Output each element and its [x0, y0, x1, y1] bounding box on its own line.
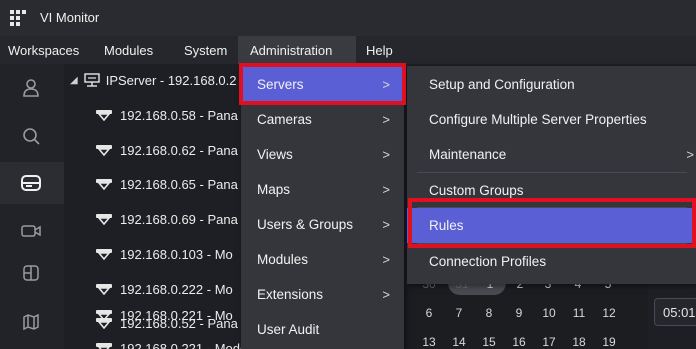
calendar-day[interactable]: 10 [534, 306, 564, 320]
tree-row[interactable]: 192.168.0.221 - Mo [96, 302, 246, 328]
camera-node-icon [96, 343, 112, 349]
calendar-day[interactable]: 8 [474, 306, 504, 320]
map-icon[interactable] [16, 307, 46, 337]
calendar-day[interactable]: 16 [504, 335, 534, 349]
menu-item-modules[interactable]: Modules > [241, 242, 404, 277]
menu-item-maintenance[interactable]: Maintenance > [407, 137, 696, 172]
chevron-right-icon: > [686, 147, 694, 162]
calendar-day[interactable]: 14 [444, 335, 474, 349]
menu-item-label: Users & Groups [257, 217, 354, 232]
menu-system[interactable]: System [184, 43, 227, 58]
tree-row-label: 192.168.0.221 - Mo [120, 307, 233, 323]
camera-node-icon [96, 110, 112, 121]
tree-row-label: 192.168.0.222 - Mo [120, 281, 233, 297]
menu-item-views[interactable]: Views > [241, 137, 404, 172]
calendar-day[interactable]: 7 [444, 306, 474, 320]
menu-item-connection-profiles[interactable]: Connection Profiles [407, 244, 696, 279]
collapse-triangle-icon[interactable]: ◢ [70, 75, 78, 86]
server-icon[interactable] [16, 168, 46, 198]
app-title: VI Monitor [40, 10, 100, 25]
menu-item-label: Connection Profiles [429, 254, 547, 269]
camera-node-icon [96, 145, 112, 156]
menu-item-user-audit[interactable]: User Audit [241, 312, 404, 347]
user-icon[interactable] [16, 73, 46, 103]
menu-item-label: Cameras [257, 112, 312, 127]
chevron-right-icon: > [382, 287, 390, 302]
menu-item-label: Views [257, 147, 293, 162]
menu-item-extensions[interactable]: Extensions > [241, 277, 404, 312]
chevron-right-icon: > [382, 182, 390, 197]
tree-row-label: 192.168.0.69 - Pana [120, 211, 238, 227]
calendar-day[interactable]: 11 [564, 306, 594, 320]
camera-node-icon [96, 284, 112, 295]
menu-modules[interactable]: Modules [104, 43, 153, 58]
calendar-day[interactable]: 17 [534, 335, 564, 349]
camera-node-icon [96, 310, 112, 321]
menu-item-label: Maintenance [429, 147, 507, 162]
chevron-right-icon: > [382, 112, 390, 127]
app-grid-icon [10, 10, 26, 26]
chevron-right-icon: > [382, 252, 390, 267]
menu-item-label: Configure Multiple Server Properties [429, 112, 647, 127]
calendar-day[interactable]: 18 [564, 335, 594, 349]
camera-node-icon [96, 179, 112, 190]
menu-item-label: Extensions [257, 287, 324, 302]
calendar-day[interactable]: 19 [594, 335, 624, 349]
tree-row-label: 192.168.0.62 - Pana [120, 142, 238, 158]
start-time-value: 05:01 [663, 305, 696, 320]
menu-item-label: Modules [257, 252, 309, 267]
server-node-icon [84, 73, 100, 87]
menu-item-label: Maps [257, 182, 291, 197]
tree-root-label: IPServer - 192.168.0.2 [105, 72, 237, 88]
layout-icon[interactable] [16, 258, 46, 288]
menu-item-cameras[interactable]: Cameras > [241, 102, 404, 137]
search-icon[interactable] [16, 121, 46, 151]
annotation-box-rules [408, 198, 696, 248]
annotation-box-servers [239, 63, 406, 105]
menu-item-label: Custom Groups [429, 183, 524, 198]
start-time-input[interactable]: 05:01 [654, 298, 696, 326]
camera-node-icon [96, 214, 112, 225]
menu-item-configure-multiple-server-properties[interactable]: Configure Multiple Server Properties [407, 102, 696, 137]
chevron-right-icon: > [382, 147, 390, 162]
calendar-day[interactable]: 12 [594, 306, 624, 320]
menu-item-label: User Audit [257, 322, 320, 337]
menu-workspaces[interactable]: Workspaces [8, 43, 79, 58]
menu-item-maps[interactable]: Maps > [241, 172, 404, 207]
servers-submenu: Setup and Configuration Configure Multip… [407, 66, 696, 284]
calendar-day[interactable]: 6 [414, 306, 444, 320]
title-bar: VI Monitor [0, 0, 696, 36]
camera-node-icon [96, 249, 112, 260]
tree-row-label: 192.168.0.103 - Mo [120, 246, 233, 262]
menu-administration[interactable]: Administration [250, 43, 332, 58]
calendar-day[interactable]: 13 [414, 335, 444, 349]
tree-row-label: 192.168.0.65 - Pana [120, 176, 238, 192]
menu-item-label: Setup and Configuration [429, 77, 575, 92]
chevron-right-icon: > [382, 217, 390, 232]
menu-item-setup-configuration[interactable]: Setup and Configuration [407, 67, 696, 102]
camera-icon[interactable] [16, 216, 46, 246]
menu-item-users-groups[interactable]: Users & Groups > [241, 207, 404, 242]
tree-row-label: 192.168.0.58 - Pana [120, 107, 238, 123]
calendar-day[interactable]: 9 [504, 306, 534, 320]
calendar-day[interactable]: 15 [474, 335, 504, 349]
administration-menu: Servers > Cameras > Views > Maps > Users… [241, 66, 404, 349]
menu-help[interactable]: Help [366, 43, 393, 58]
